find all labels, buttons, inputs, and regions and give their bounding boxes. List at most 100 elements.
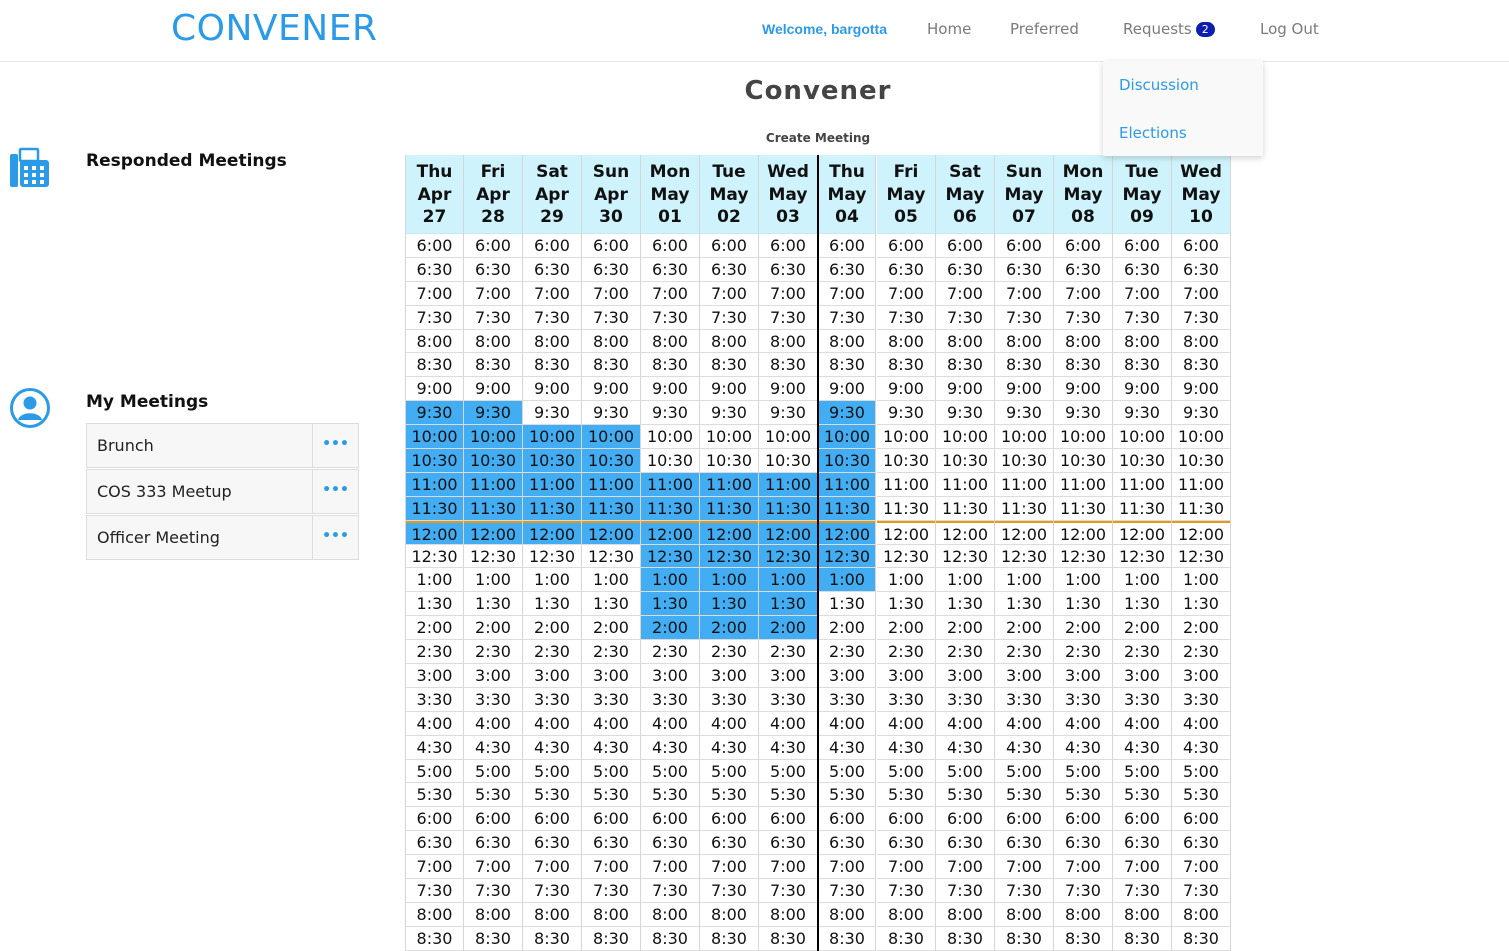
time-slot[interactable]: 5:00 xyxy=(700,760,758,784)
time-slot[interactable]: 11:30 xyxy=(523,496,581,521)
time-slot[interactable]: 1:00 xyxy=(523,568,581,593)
time-slot[interactable]: 12:30 xyxy=(877,545,935,569)
time-slot[interactable]: 7:00 xyxy=(819,282,875,306)
time-slot[interactable]: 7:30 xyxy=(700,306,758,330)
time-slot[interactable]: 3:00 xyxy=(819,664,875,688)
time-slot[interactable]: 2:30 xyxy=(641,640,699,665)
time-slot[interactable]: 3:00 xyxy=(877,664,935,688)
time-slot[interactable]: 10:00 xyxy=(995,425,1053,450)
time-slot[interactable]: 8:30 xyxy=(877,927,935,951)
time-slot[interactable]: 9:00 xyxy=(995,377,1053,402)
time-slot[interactable]: 7:00 xyxy=(1172,855,1230,880)
time-slot[interactable]: 8:30 xyxy=(936,927,994,951)
time-slot[interactable]: 1:00 xyxy=(995,568,1053,593)
time-slot[interactable]: 6:00 xyxy=(1172,234,1230,258)
time-slot[interactable]: 12:30 xyxy=(582,545,640,569)
time-slot[interactable]: 2:30 xyxy=(819,640,875,665)
time-slot[interactable]: 2:30 xyxy=(1054,640,1112,665)
time-slot[interactable]: 8:00 xyxy=(1172,903,1230,927)
time-slot[interactable]: 1:30 xyxy=(406,592,463,617)
time-slot[interactable]: 11:30 xyxy=(759,496,817,521)
time-slot[interactable]: 8:30 xyxy=(1172,353,1230,378)
time-slot[interactable]: 8:30 xyxy=(819,353,875,378)
time-slot[interactable]: 4:30 xyxy=(819,736,875,760)
time-slot[interactable]: 5:00 xyxy=(641,760,699,784)
time-slot[interactable]: 10:00 xyxy=(1113,425,1171,450)
time-slot[interactable]: 4:30 xyxy=(1054,736,1112,760)
time-slot[interactable]: 9:00 xyxy=(406,377,463,402)
time-slot[interactable]: 8:00 xyxy=(1054,330,1112,354)
time-slot[interactable]: 6:00 xyxy=(877,807,935,832)
time-slot[interactable]: 6:00 xyxy=(641,807,699,832)
time-slot[interactable]: 12:00 xyxy=(877,520,935,545)
time-slot[interactable]: 3:30 xyxy=(1172,688,1230,712)
time-slot[interactable]: 9:30 xyxy=(1054,401,1112,426)
time-slot[interactable]: 2:00 xyxy=(700,616,758,641)
time-slot[interactable]: 6:30 xyxy=(995,831,1053,856)
time-slot[interactable]: 12:30 xyxy=(700,544,758,569)
time-slot[interactable]: 11:00 xyxy=(877,473,935,497)
time-slot[interactable]: 7:30 xyxy=(819,306,875,330)
time-slot[interactable]: 10:00 xyxy=(819,425,875,450)
time-slot[interactable]: 1:00 xyxy=(1172,568,1230,593)
time-slot[interactable]: 3:00 xyxy=(1113,664,1171,688)
time-slot[interactable]: 6:00 xyxy=(700,234,758,258)
time-slot[interactable]: 12:30 xyxy=(1054,545,1112,569)
time-slot[interactable]: 1:30 xyxy=(700,592,758,617)
time-slot[interactable]: 5:00 xyxy=(995,760,1053,784)
time-slot[interactable]: 6:30 xyxy=(819,258,875,282)
time-slot[interactable]: 1:30 xyxy=(759,592,817,617)
time-slot[interactable]: 7:30 xyxy=(819,879,875,903)
time-slot[interactable]: 6:00 xyxy=(819,234,875,258)
time-slot[interactable]: 10:30 xyxy=(700,449,758,473)
time-slot[interactable]: 3:00 xyxy=(700,664,758,688)
time-slot[interactable]: 10:00 xyxy=(1054,425,1112,450)
time-slot[interactable]: 12:30 xyxy=(464,545,522,569)
time-slot[interactable]: 8:00 xyxy=(936,330,994,354)
time-slot[interactable]: 11:30 xyxy=(582,496,640,521)
time-slot[interactable]: 10:30 xyxy=(819,449,875,473)
dropdown-item-elections[interactable]: Elections xyxy=(1119,124,1187,142)
time-slot[interactable]: 4:00 xyxy=(641,712,699,736)
time-slot[interactable]: 8:00 xyxy=(1113,330,1171,354)
time-slot[interactable]: 9:00 xyxy=(582,377,640,402)
time-slot[interactable]: 4:00 xyxy=(877,712,935,736)
time-slot[interactable]: 9:30 xyxy=(700,401,758,426)
time-slot[interactable]: 7:30 xyxy=(523,879,581,903)
meeting-name[interactable]: Officer Meeting xyxy=(97,528,220,547)
time-slot[interactable]: 6:30 xyxy=(1113,258,1171,282)
time-slot[interactable]: 8:30 xyxy=(523,353,581,378)
time-slot[interactable]: 8:00 xyxy=(641,903,699,927)
time-slot[interactable]: 12:00 xyxy=(995,520,1053,545)
time-slot[interactable]: 6:30 xyxy=(759,258,817,282)
time-slot[interactable]: 6:00 xyxy=(1054,234,1112,258)
time-slot[interactable]: 7:30 xyxy=(464,306,522,330)
time-slot[interactable]: 7:30 xyxy=(1172,306,1230,330)
time-slot[interactable]: 1:00 xyxy=(700,568,758,593)
time-slot[interactable]: 8:00 xyxy=(641,330,699,354)
time-slot[interactable]: 6:30 xyxy=(1172,831,1230,856)
time-slot[interactable]: 5:00 xyxy=(464,760,522,784)
time-slot[interactable]: 12:30 xyxy=(641,544,699,569)
time-slot[interactable]: 7:30 xyxy=(1172,879,1230,903)
time-slot[interactable]: 9:00 xyxy=(641,377,699,402)
time-slot[interactable]: 10:30 xyxy=(641,449,699,473)
time-slot[interactable]: 2:00 xyxy=(582,616,640,641)
nav-home-link[interactable]: Home xyxy=(927,20,971,38)
time-slot[interactable]: 6:00 xyxy=(464,807,522,832)
time-slot[interactable]: 6:30 xyxy=(582,258,640,282)
time-slot[interactable]: 10:30 xyxy=(523,449,581,473)
time-slot[interactable]: 3:30 xyxy=(406,688,463,712)
time-slot[interactable]: 7:30 xyxy=(759,879,817,903)
time-slot[interactable]: 5:00 xyxy=(582,760,640,784)
time-slot[interactable]: 7:30 xyxy=(995,306,1053,330)
time-slot[interactable]: 2:00 xyxy=(1113,616,1171,641)
time-slot[interactable]: 3:00 xyxy=(641,664,699,688)
time-slot[interactable]: 8:00 xyxy=(582,903,640,927)
time-slot[interactable]: 8:30 xyxy=(700,353,758,378)
meeting-item-brunch[interactable]: Brunch ••• xyxy=(86,423,359,468)
time-slot[interactable]: 7:30 xyxy=(406,879,463,903)
time-slot[interactable]: 5:30 xyxy=(819,783,875,808)
time-slot[interactable]: 4:30 xyxy=(995,736,1053,760)
time-slot[interactable]: 6:00 xyxy=(464,234,522,258)
